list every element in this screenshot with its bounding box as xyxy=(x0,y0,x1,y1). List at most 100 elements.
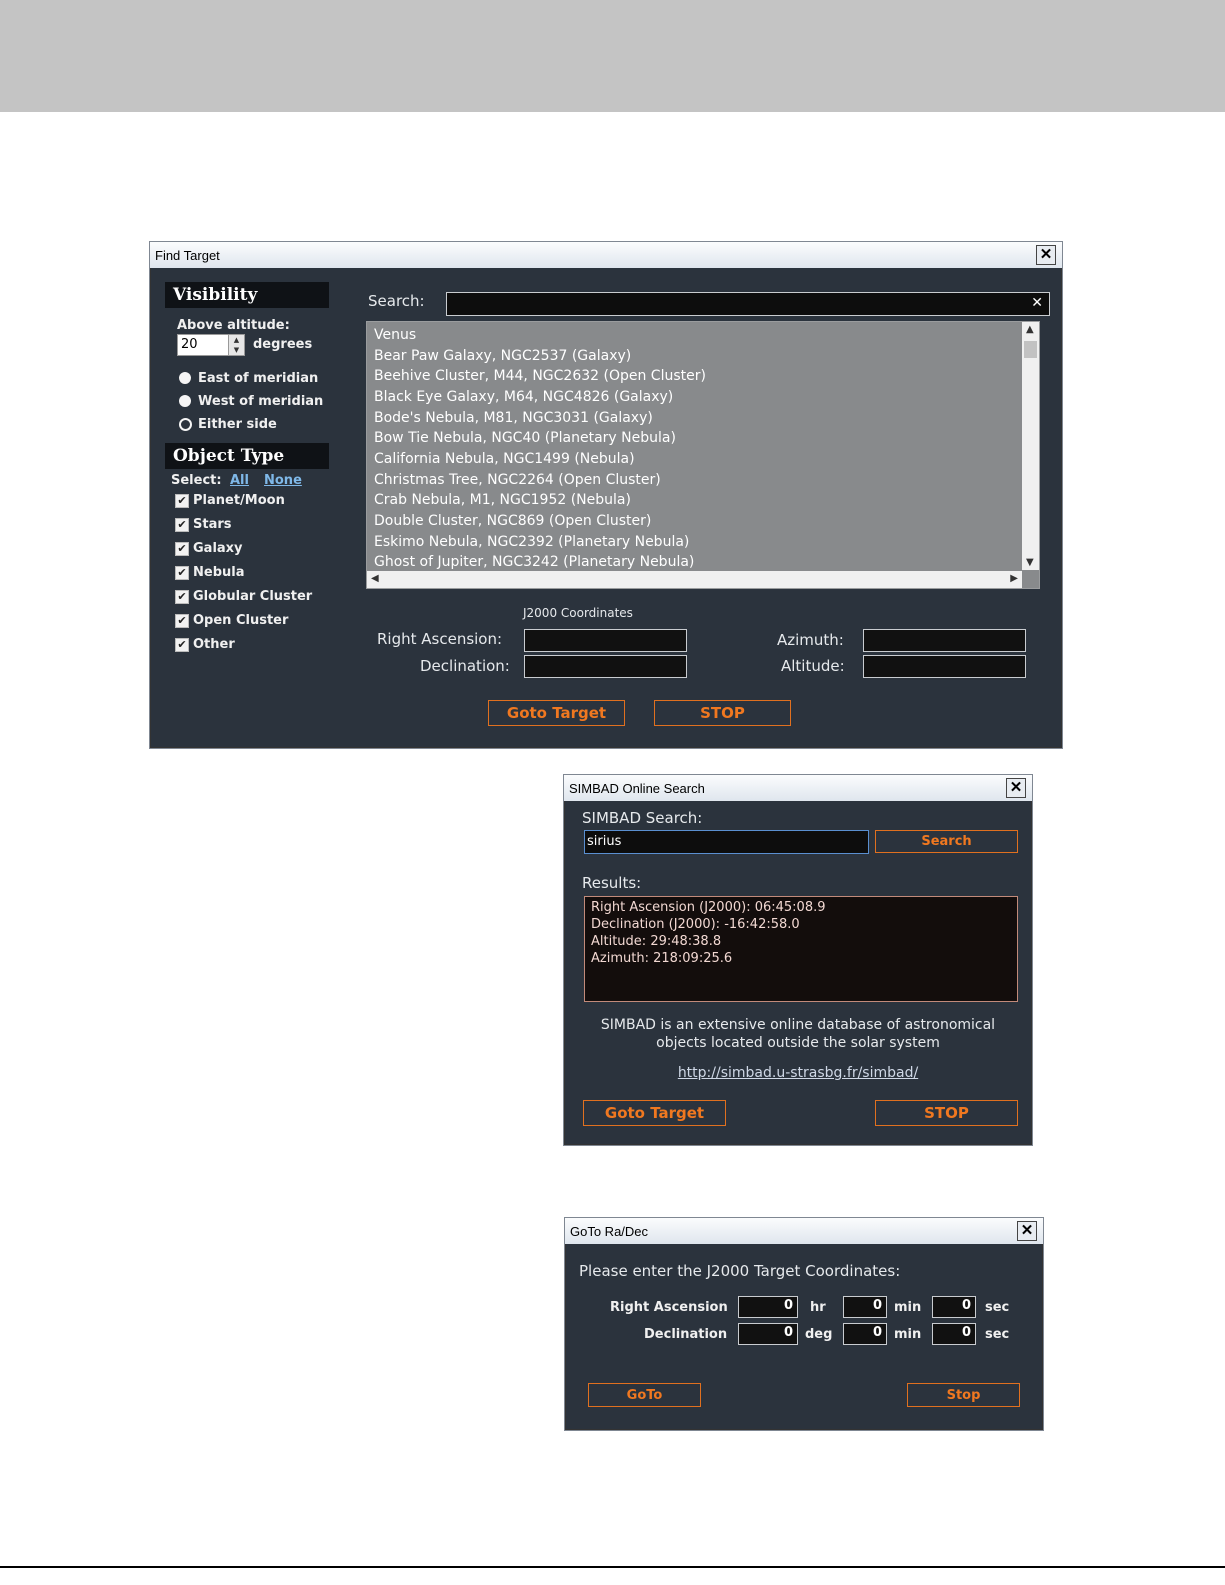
target-list[interactable]: Venus Bear Paw Galaxy, NGC2537 (Galaxy) … xyxy=(366,321,1040,589)
dec-deg-input[interactable]: 0 xyxy=(738,1323,798,1345)
altitude-value[interactable]: 20 xyxy=(181,337,198,352)
list-item[interactable]: Eskimo Nebula, NGC2392 (Planetary Nebula… xyxy=(374,534,689,550)
ra-min-input[interactable]: 0 xyxy=(843,1296,887,1318)
unit-sec: sec xyxy=(985,1327,1010,1342)
open-cluster-checkbox[interactable]: ✔ xyxy=(175,614,189,628)
stop-button[interactable]: STOP xyxy=(654,700,791,726)
scroll-down-icon[interactable]: ▼ xyxy=(1026,557,1034,568)
list-item[interactable]: Double Cluster, NGC869 (Open Cluster) xyxy=(374,513,651,529)
ra-hours-value[interactable]: 0 xyxy=(784,1298,793,1313)
degrees-label: degrees xyxy=(253,337,313,352)
list-item[interactable]: Christmas Tree, NGC2264 (Open Cluster) xyxy=(374,472,661,488)
clear-search-icon[interactable]: ✕ xyxy=(1031,295,1043,311)
dec-sec-input[interactable]: 0 xyxy=(932,1323,976,1345)
coords-caption: J2000 Coordinates xyxy=(523,606,633,620)
ra-label: Right Ascension: xyxy=(377,630,503,648)
altitude-spinner[interactable]: 20 ▲ ▼ xyxy=(177,334,245,356)
goto-target-button[interactable]: Goto Target xyxy=(488,700,625,726)
list-item[interactable]: Black Eye Galaxy, M64, NGC4826 (Galaxy) xyxy=(374,389,673,405)
either-side-radio[interactable] xyxy=(179,418,192,431)
window-title: Find Target xyxy=(155,248,220,263)
simbad-search-value[interactable]: sirius xyxy=(587,834,621,849)
other-checkbox[interactable]: ✔ xyxy=(175,638,189,652)
simbad-titlebar: SIMBAD Online Search ✕ xyxy=(564,775,1032,801)
ra-hours-input[interactable]: 0 xyxy=(738,1296,798,1318)
scroll-right-icon[interactable]: ▶ xyxy=(1010,573,1018,584)
select-none-link[interactable]: None xyxy=(264,473,302,488)
stars-checkbox[interactable]: ✔ xyxy=(175,518,189,532)
bottom-divider xyxy=(0,1566,1225,1568)
east-of-meridian-radio[interactable] xyxy=(179,372,191,384)
vertical-scrollbar[interactable]: ▲ ▼ xyxy=(1022,322,1039,570)
ra-sec-value[interactable]: 0 xyxy=(962,1298,971,1313)
nebula-label: Nebula xyxy=(193,565,245,580)
list-item[interactable]: California Nebula, NGC1499 (Nebula) xyxy=(374,451,635,467)
list-item[interactable]: Bow Tie Nebula, NGC40 (Planetary Nebula) xyxy=(374,430,676,446)
result-line: Declination (J2000): -16:42:58.0 xyxy=(591,917,800,932)
open-cluster-label: Open Cluster xyxy=(193,613,289,628)
stop-button[interactable]: Stop xyxy=(907,1383,1020,1407)
find-target-window: Find Target ✕ Visibility Above altitude:… xyxy=(149,241,1063,749)
search-button[interactable]: Search xyxy=(875,830,1018,853)
goto-radec-window: GoTo Ra/Dec ✕ Please enter the J2000 Tar… xyxy=(564,1217,1044,1431)
page-header-band xyxy=(0,0,1225,112)
planet-moon-label: Planet/Moon xyxy=(193,493,285,508)
window-title: GoTo Ra/Dec xyxy=(570,1224,649,1239)
nebula-checkbox[interactable]: ✔ xyxy=(175,566,189,580)
close-icon[interactable]: ✕ xyxy=(1017,1221,1037,1241)
close-icon[interactable]: ✕ xyxy=(1036,245,1056,265)
west-of-meridian-radio[interactable] xyxy=(179,395,191,407)
scroll-thumb[interactable] xyxy=(1024,341,1037,358)
select-all-link[interactable]: All xyxy=(230,473,249,488)
dec-min-input[interactable]: 0 xyxy=(843,1323,887,1345)
list-item[interactable]: Bear Paw Galaxy, NGC2537 (Galaxy) xyxy=(374,348,631,364)
spinner-arrows-icon[interactable]: ▲ ▼ xyxy=(228,335,244,355)
list-item[interactable]: Crab Nebula, M1, NGC1952 (Nebula) xyxy=(374,492,631,508)
globular-cluster-label: Globular Cluster xyxy=(193,589,313,604)
goto-target-button[interactable]: Goto Target xyxy=(583,1100,726,1126)
simbad-window: SIMBAD Online Search ✕ SIMBAD Search: si… xyxy=(563,774,1033,1146)
unit-deg: deg xyxy=(805,1327,833,1342)
goto-button[interactable]: GoTo xyxy=(588,1383,701,1407)
scroll-up-icon[interactable]: ▲ xyxy=(1026,324,1034,335)
select-label: Select: xyxy=(171,473,222,488)
ra-label: Right Ascension xyxy=(610,1300,728,1315)
stars-label: Stars xyxy=(193,517,232,532)
galaxy-checkbox[interactable]: ✔ xyxy=(175,542,189,556)
coordinates-prompt: Please enter the J2000 Target Coordinate… xyxy=(579,1262,901,1280)
list-item[interactable]: Beehive Cluster, M44, NGC2632 (Open Clus… xyxy=(374,368,706,384)
simbad-search-input[interactable]: sirius xyxy=(584,830,869,854)
close-icon[interactable]: ✕ xyxy=(1006,778,1026,798)
list-item[interactable]: Venus xyxy=(374,327,416,343)
simbad-search-label: SIMBAD Search: xyxy=(582,809,703,827)
list-item[interactable]: Ghost of Jupiter, NGC3242 (Planetary Neb… xyxy=(374,554,694,570)
description-line: objects located outside the solar system xyxy=(656,1035,940,1051)
above-altitude-label: Above altitude: xyxy=(177,318,290,333)
unit-min: min xyxy=(894,1327,922,1342)
simbad-link[interactable]: http://simbad.u-strasbg.fr/simbad/ xyxy=(564,1065,1032,1081)
dec-sec-value[interactable]: 0 xyxy=(962,1325,971,1340)
visibility-header: Visibility xyxy=(165,282,329,308)
azimuth-label: Azimuth: xyxy=(777,631,844,649)
scroll-left-icon[interactable]: ◀ xyxy=(371,573,379,584)
ra-sec-input[interactable]: 0 xyxy=(932,1296,976,1318)
azimuth-field xyxy=(863,629,1026,652)
planet-moon-checkbox[interactable]: ✔ xyxy=(175,494,189,508)
horizontal-scrollbar[interactable]: ◀ ▶ xyxy=(367,571,1022,588)
ra-min-value[interactable]: 0 xyxy=(873,1298,882,1313)
dec-deg-value[interactable]: 0 xyxy=(784,1325,793,1340)
east-of-meridian-label: East of meridian xyxy=(198,371,319,386)
list-item[interactable]: Bode's Nebula, M81, NGC3031 (Galaxy) xyxy=(374,410,653,426)
dec-min-value[interactable]: 0 xyxy=(873,1325,882,1340)
other-label: Other xyxy=(193,637,235,652)
west-of-meridian-label: West of meridian xyxy=(198,394,324,409)
search-input[interactable]: ✕ xyxy=(446,292,1050,316)
goto-titlebar: GoTo Ra/Dec ✕ xyxy=(565,1218,1043,1244)
galaxy-label: Galaxy xyxy=(193,541,243,556)
description-line: SIMBAD is an extensive online database o… xyxy=(600,1017,996,1033)
stop-button[interactable]: STOP xyxy=(875,1100,1018,1126)
dec-label: Declination: xyxy=(420,657,510,675)
window-title: SIMBAD Online Search xyxy=(569,781,705,796)
globular-cluster-checkbox[interactable]: ✔ xyxy=(175,590,189,604)
altitude-label: Altitude: xyxy=(781,657,845,675)
